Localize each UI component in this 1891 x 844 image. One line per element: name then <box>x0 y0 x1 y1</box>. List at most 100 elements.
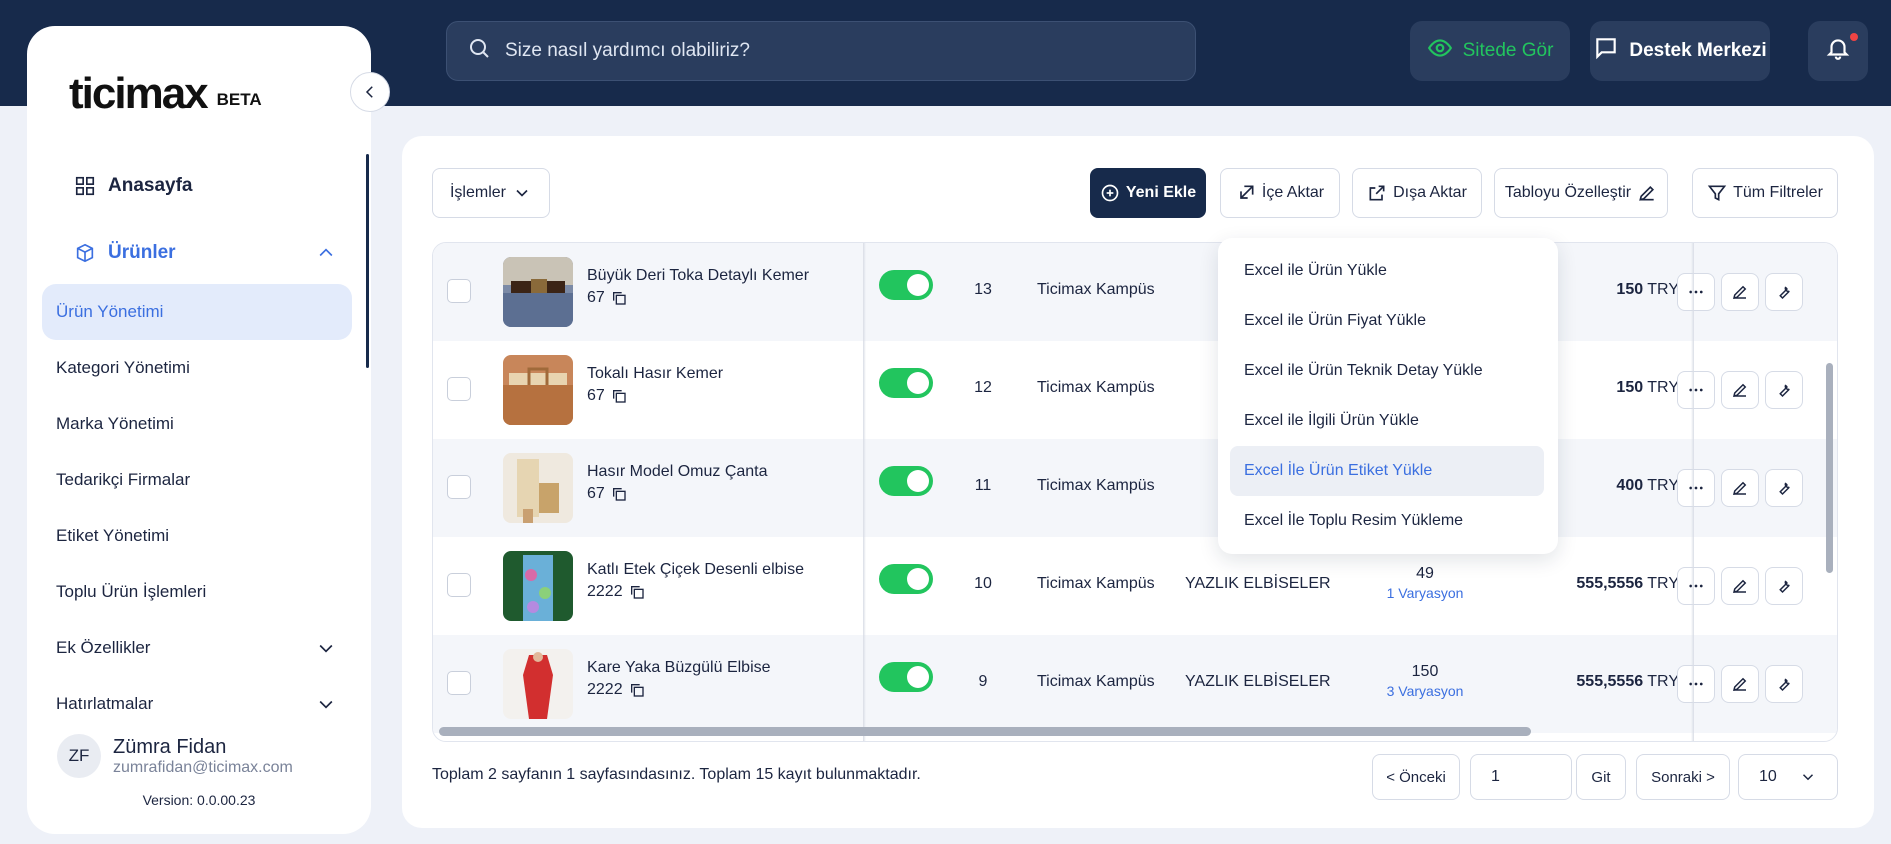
product-code-value: 2222 <box>587 681 623 698</box>
row-checkbox[interactable] <box>447 279 471 303</box>
product-name[interactable]: Büyük Deri Toka Detaylı Kemer <box>587 267 809 285</box>
edit-button[interactable] <box>1721 469 1759 507</box>
table-row[interactable]: Hasır Model Omuz Çanta 67 11 Ticimax Kam… <box>433 439 1837 537</box>
product-name[interactable]: Hasır Model Omuz Çanta <box>587 463 768 481</box>
row-checkbox[interactable] <box>447 573 471 597</box>
sidebar-item-suppliers[interactable]: Tedarikçi Firmalar <box>42 452 352 508</box>
row-checkbox[interactable] <box>447 671 471 695</box>
view-on-site-button[interactable]: Sitede Gör <box>1410 21 1570 81</box>
copy-icon[interactable] <box>611 388 627 404</box>
sidebar-item-home[interactable]: Anasayfa <box>42 158 352 214</box>
sidebar-item-reminders[interactable]: Hatırlatmalar <box>42 676 352 732</box>
copy-icon[interactable] <box>611 290 627 306</box>
table-row[interactable]: Tokalı Hasır Kemer 67 12 Ticimax Kampüs … <box>433 341 1837 439</box>
variant-link[interactable]: 3 Varyasyon <box>1365 683 1485 699</box>
customize-table-button[interactable]: Tabloyu Özelleştir <box>1494 168 1668 218</box>
add-new-label: Yeni Ekle <box>1125 184 1197 201</box>
more-button[interactable] <box>1677 273 1715 311</box>
status-toggle[interactable] <box>879 270 933 300</box>
all-filters-button[interactable]: Tüm Filtreler <box>1692 168 1838 218</box>
edit-button[interactable] <box>1721 273 1759 311</box>
product-name[interactable]: Tokalı Hasır Kemer <box>587 365 723 383</box>
user-profile[interactable]: ZF Zümra Fidan zumrafidan@ticimax.com <box>57 734 293 778</box>
export-button[interactable]: Dışa Aktar <box>1352 168 1482 218</box>
price-currency: TRY <box>1647 281 1679 298</box>
sidebar-item-extra-features[interactable]: Ek Özellikler <box>42 620 352 676</box>
menu-item-excel-product-upload[interactable]: Excel ile Ürün Yükle <box>1230 246 1544 296</box>
more-button[interactable] <box>1677 567 1715 605</box>
status-toggle[interactable] <box>879 564 933 594</box>
settings-button[interactable] <box>1765 567 1803 605</box>
edit-button[interactable] <box>1721 371 1759 409</box>
settings-button[interactable] <box>1765 665 1803 703</box>
go-button[interactable]: Git <box>1576 754 1626 800</box>
table-row[interactable]: Büyük Deri Toka Detaylı Kemer 67 13 Tici… <box>433 243 1837 341</box>
search-icon <box>467 36 491 66</box>
pagination-summary: Toplam 2 sayfanın 1 sayfasındasınız. Top… <box>432 766 921 783</box>
edit-button[interactable] <box>1721 567 1759 605</box>
product-stock: 150 3 Varyasyon <box>1365 663 1485 699</box>
sidebar-item-tag-management[interactable]: Etiket Yönetimi <box>42 508 352 564</box>
product-price: 555,5556 TRY <box>1499 575 1679 593</box>
next-page-button[interactable]: Sonraki > <box>1636 754 1730 800</box>
price-value: 400 <box>1616 477 1644 494</box>
sidebar-item-product-management[interactable]: Ürün Yönetimi <box>42 284 352 340</box>
product-stock: 49 1 Varyasyon <box>1365 565 1485 601</box>
wrench-icon <box>1779 482 1790 496</box>
support-center-button[interactable]: Destek Merkezi <box>1590 21 1770 81</box>
sidebar-item-brand-management[interactable]: Marka Yönetimi <box>42 396 352 452</box>
table-row[interactable]: Katlı Etek Çiçek Desenli elbise 2222 10 … <box>433 537 1837 635</box>
edit-button[interactable] <box>1721 665 1759 703</box>
row-checkbox[interactable] <box>447 377 471 401</box>
page-size-select[interactable]: 10 <box>1738 754 1838 800</box>
status-toggle[interactable] <box>879 368 933 398</box>
user-name: Zümra Fidan <box>113 735 227 758</box>
chevron-left-icon <box>365 86 373 98</box>
horizontal-scrollbar[interactable] <box>439 727 1531 736</box>
settings-button[interactable] <box>1765 469 1803 507</box>
menu-item-excel-related-product-upload[interactable]: Excel ile İlgili Ürün Yükle <box>1230 396 1544 446</box>
customize-table-label: Tabloyu Özelleştir <box>1504 184 1632 201</box>
search-bar[interactable]: Size nasıl yardımcı olabiliriz? <box>446 21 1196 81</box>
copy-icon[interactable] <box>629 682 645 698</box>
notifications-button[interactable] <box>1808 21 1868 81</box>
status-toggle[interactable] <box>879 466 933 496</box>
copy-icon[interactable] <box>629 584 645 600</box>
add-new-button[interactable]: Yeni Ekle <box>1090 168 1206 218</box>
chevron-down-icon <box>516 189 528 197</box>
stock-value: 150 <box>1411 663 1439 680</box>
menu-item-excel-price-upload[interactable]: Excel ile Ürün Fiyat Yükle <box>1230 296 1544 346</box>
menu-item-excel-technical-detail-upload[interactable]: Excel ile Ürün Teknik Detay Yükle <box>1230 346 1544 396</box>
more-button[interactable] <box>1677 371 1715 409</box>
actions-label: İşlemler <box>449 184 506 201</box>
product-store: Ticimax Kampüs <box>1037 281 1155 298</box>
product-thumbnail <box>503 355 573 425</box>
vertical-scrollbar[interactable] <box>1826 363 1833 573</box>
product-code-value: 67 <box>587 289 605 306</box>
pencil-icon <box>1639 185 1655 201</box>
sidebar-scrollbar[interactable] <box>366 154 369 368</box>
settings-button[interactable] <box>1765 371 1803 409</box>
status-toggle[interactable] <box>879 662 933 692</box>
collapse-sidebar-button[interactable] <box>350 72 390 112</box>
product-name[interactable]: Kare Yaka Büzgülü Elbise <box>587 659 771 677</box>
product-name[interactable]: Katlı Etek Çiçek Desenli elbise <box>587 561 804 579</box>
page-number-input[interactable]: 1 <box>1470 754 1572 800</box>
actions-dropdown[interactable]: İşlemler <box>432 168 550 218</box>
variant-link[interactable]: 1 Varyasyon <box>1365 585 1485 601</box>
more-button[interactable] <box>1677 665 1715 703</box>
menu-item-excel-bulk-image-upload[interactable]: Excel İle Toplu Resim Yükleme <box>1230 496 1544 546</box>
menu-item-excel-tag-upload[interactable]: Excel İle Ürün Etiket Yükle <box>1230 446 1544 496</box>
more-button[interactable] <box>1677 469 1715 507</box>
settings-button[interactable] <box>1765 273 1803 311</box>
copy-icon[interactable] <box>611 486 627 502</box>
import-button[interactable]: İçe Aktar <box>1220 168 1340 218</box>
sidebar-item-products[interactable]: Ürünler <box>42 225 352 281</box>
row-checkbox[interactable] <box>447 475 471 499</box>
table-row[interactable]: Kare Yaka Büzgülü Elbise 2222 9 Ticimax … <box>433 635 1837 733</box>
previous-page-button[interactable]: < Önceki <box>1372 754 1460 800</box>
sidebar-item-category-management[interactable]: Kategori Yönetimi <box>42 340 352 396</box>
avatar: ZF <box>57 734 101 778</box>
pencil-icon <box>1732 481 1747 496</box>
sidebar-item-bulk-operations[interactable]: Toplu Ürün İşlemleri <box>42 564 352 620</box>
